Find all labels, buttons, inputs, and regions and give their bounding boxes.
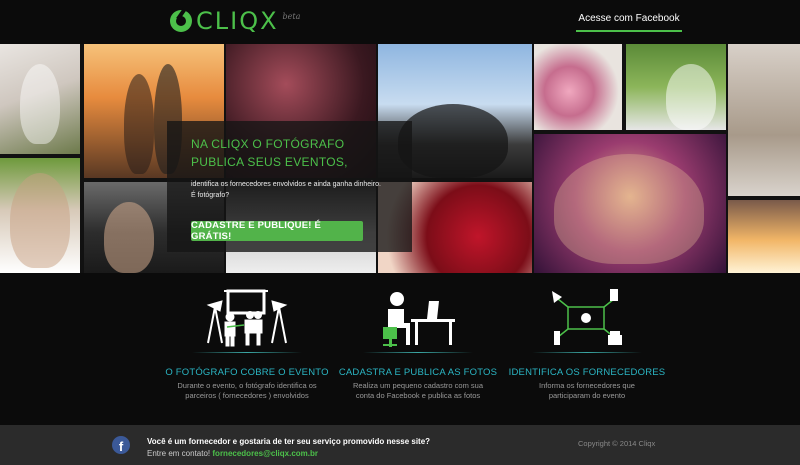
feature-description-line1: Durante o evento, o fotógrafo identifica… — [177, 381, 317, 390]
feature-description-line2: conta do Facebook e publica as fotos — [355, 391, 481, 400]
features-section: O FOTÓGRAFO COBRE O EVENTO Durante o eve… — [0, 273, 800, 425]
photo-couple-beach — [728, 200, 800, 273]
hero-title-line1: NA CLIQX O FOTÓGRAFO — [191, 137, 345, 151]
facebook-icon[interactable]: f — [112, 436, 130, 454]
camera-aperture-icon — [170, 8, 192, 32]
supplier-contact-line: Entre em contato! fornecedores@cliqx.com… — [147, 448, 430, 460]
photo-table-decoration — [728, 44, 800, 196]
photo-bride-flowers — [534, 44, 622, 130]
feature-divider — [532, 352, 642, 353]
header: CLIQX beta Acesse com Facebook — [0, 0, 800, 44]
photo-party-toast — [534, 134, 726, 273]
feature-title: IDENTIFICA OS FORNECEDORES — [508, 367, 666, 378]
hero-title: NA CLIQX O FOTÓGRAFO PUBLICA SEUS EVENTO… — [191, 135, 394, 171]
supplier-question: Você é um fornecedor e gostaria de ter s… — [147, 437, 431, 446]
facebook-login-button[interactable]: Acesse com Facebook — [576, 6, 682, 32]
hero-description: identifica os fornecedores envolvidos e … — [191, 179, 394, 201]
hero-description-line2: É fotógrafo? — [191, 192, 230, 199]
feature-publish: CADASTRA E PUBLICA AS FOTOS Realiza um p… — [333, 287, 503, 401]
feature-title: O FOTÓGRAFO COBRE O EVENTO — [165, 367, 329, 378]
logo-text: CLIQX — [196, 7, 279, 35]
feature-suppliers: IDENTIFICA OS FORNECEDORES Informa os fo… — [502, 287, 672, 401]
feature-photographer: O FOTÓGRAFO COBRE O EVENTO Durante o eve… — [162, 287, 332, 401]
person-at-laptop-icon — [383, 292, 455, 347]
feature-description: Durante o evento, o fotógrafo identifica… — [162, 381, 332, 401]
photographer-studio-icon — [206, 289, 288, 347]
feature-divider — [192, 352, 302, 353]
feature-description-line1: Realiza um pequeno cadastro com sua — [352, 381, 484, 390]
cliqx-logo[interactable]: CLIQX beta — [170, 6, 300, 36]
photo-older-couple — [0, 158, 80, 273]
supplier-contact-text: Você é um fornecedor e gostaria de ter s… — [147, 436, 430, 460]
logo-beta-label: beta — [282, 11, 301, 21]
feature-description-line1: Informa os fornecedores que — [539, 381, 635, 390]
supplier-network-icon — [552, 289, 622, 345]
photo-couple-park — [626, 44, 726, 130]
feature-description: Realiza um pequeno cadastro com sua cont… — [333, 381, 503, 401]
hero-title-line2: PUBLICA SEUS EVENTOS, — [191, 155, 348, 169]
feature-description-line2: participaram do evento — [548, 391, 626, 400]
signup-cta-button[interactable]: CADASTRE E PUBLIQUE! É GRÁTIS! — [191, 220, 363, 242]
feature-title: CADASTRA E PUBLICA AS FOTOS — [338, 367, 498, 378]
copyright-text: Copyright © 2014 Cliqx — [578, 439, 656, 448]
feature-divider — [363, 352, 473, 353]
photo-collage: NA CLIQX O FOTÓGRAFO PUBLICA SEUS EVENTO… — [0, 44, 800, 273]
feature-description: Informa os fornecedores que participaram… — [502, 381, 672, 401]
feature-description-line2: parceiros ( fornecedores ) envolvidos — [185, 391, 309, 400]
photo-bride-bouquet — [0, 44, 80, 154]
hero-promo-box: NA CLIQX O FOTÓGRAFO PUBLICA SEUS EVENTO… — [167, 121, 412, 252]
supplier-email-link[interactable]: fornecedores@cliqx.com.br — [212, 449, 318, 458]
contact-prefix: Entre em contato! — [147, 449, 211, 458]
footer: f Você é um fornecedor e gostaria de ter… — [0, 425, 800, 465]
hero-description-line1: identifica os fornecedores envolvidos e … — [191, 181, 381, 188]
